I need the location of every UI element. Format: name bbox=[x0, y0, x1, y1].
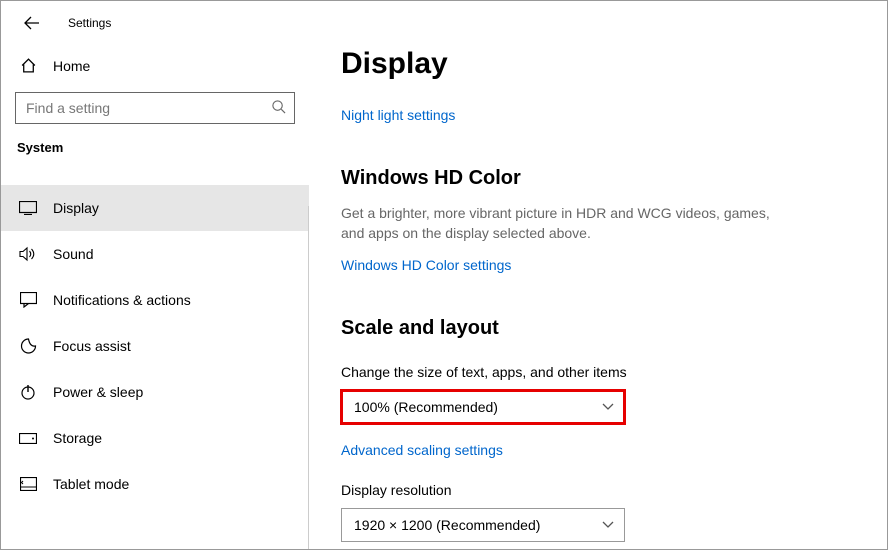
scale-heading: Scale and layout bbox=[341, 317, 855, 340]
sidebar-item-focus-assist[interactable]: Focus assist bbox=[1, 323, 309, 369]
sidebar-item-storage[interactable]: Storage bbox=[1, 415, 309, 461]
window-title: Settings bbox=[68, 16, 111, 30]
content-pane: Display Night light settings Windows HD … bbox=[309, 1, 887, 549]
page-title: Display bbox=[341, 47, 855, 81]
scale-dropdown-value: 100% (Recommended) bbox=[354, 399, 498, 415]
hd-color-desc: Get a brighter, more vibrant picture in … bbox=[341, 204, 771, 243]
focus-assist-icon bbox=[19, 338, 37, 355]
sidebar-nav: Display Sound Notifications & actions Fo… bbox=[1, 169, 309, 507]
hd-color-heading: Windows HD Color bbox=[341, 167, 855, 190]
sidebar-item-label: Display bbox=[53, 200, 99, 216]
sidebar-item-label: Power & sleep bbox=[53, 384, 143, 400]
search-input[interactable] bbox=[16, 93, 294, 123]
hd-color-settings-link[interactable]: Windows HD Color settings bbox=[341, 257, 511, 273]
sidebar-item-label: Storage bbox=[53, 430, 102, 446]
chevron-down-icon bbox=[602, 403, 614, 411]
chevron-down-icon bbox=[602, 521, 614, 529]
display-icon bbox=[19, 201, 37, 215]
sidebar-home-label: Home bbox=[53, 58, 90, 74]
back-arrow-icon bbox=[24, 15, 40, 31]
tablet-mode-icon bbox=[19, 477, 37, 491]
sidebar-item-sound[interactable]: Sound bbox=[1, 231, 309, 277]
power-icon bbox=[19, 384, 37, 400]
advanced-scaling-link[interactable]: Advanced scaling settings bbox=[341, 442, 855, 458]
resolution-field-label: Display resolution bbox=[341, 482, 855, 498]
scale-dropdown[interactable]: 100% (Recommended) bbox=[341, 390, 625, 424]
sidebar-item-label: Sound bbox=[53, 246, 93, 262]
sidebar-item-power-sleep[interactable]: Power & sleep bbox=[1, 369, 309, 415]
sidebar-home[interactable]: Home bbox=[1, 49, 309, 82]
sidebar-item-label: Notifications & actions bbox=[53, 292, 191, 308]
night-light-settings-link[interactable]: Night light settings bbox=[341, 107, 455, 123]
resolution-dropdown[interactable]: 1920 × 1200 (Recommended) bbox=[341, 508, 625, 542]
sidebar-item-label: Tablet mode bbox=[53, 476, 129, 492]
sidebar-section-label: System bbox=[1, 140, 309, 169]
sidebar-item-tablet-mode[interactable]: Tablet mode bbox=[1, 461, 309, 507]
sidebar-item-display[interactable]: Display bbox=[1, 185, 309, 231]
back-button[interactable] bbox=[24, 15, 40, 31]
sidebar: Settings Home System Display bbox=[1, 1, 309, 549]
sound-icon bbox=[19, 246, 37, 262]
storage-icon bbox=[19, 433, 37, 444]
notifications-icon bbox=[19, 292, 37, 308]
sidebar-item-notifications[interactable]: Notifications & actions bbox=[1, 277, 309, 323]
sidebar-item-label: Focus assist bbox=[53, 338, 131, 354]
resolution-dropdown-value: 1920 × 1200 (Recommended) bbox=[354, 517, 540, 533]
scale-field-label: Change the size of text, apps, and other… bbox=[341, 364, 855, 380]
search-box[interactable] bbox=[15, 92, 295, 124]
sidebar-header: Settings bbox=[1, 1, 309, 49]
home-icon bbox=[19, 57, 37, 74]
